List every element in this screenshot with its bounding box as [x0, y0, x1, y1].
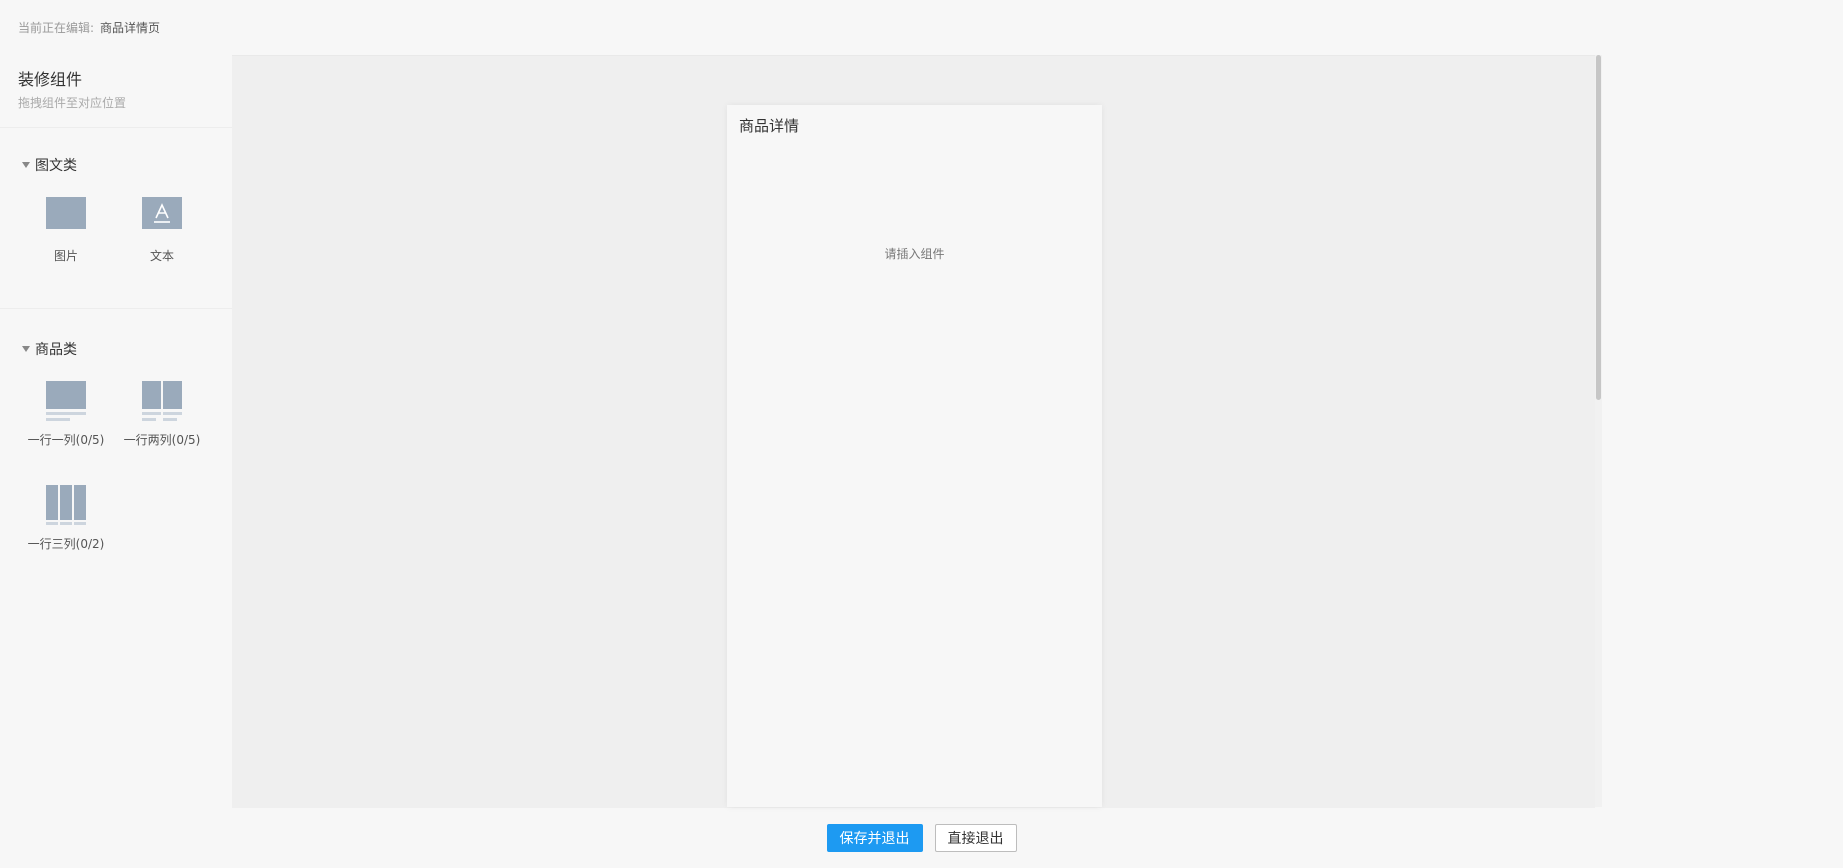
group-image-text: 图文类 图片 文本	[0, 153, 232, 287]
insert-component-placeholder: 请插入组件	[884, 247, 945, 261]
collapse-triangle-icon	[22, 346, 30, 352]
component-image[interactable]: 图片	[18, 183, 114, 287]
preview-title: 商品详情	[739, 117, 800, 135]
footer-actions: 保存并退出 直接退出	[0, 807, 1843, 868]
component-label: 一行一列(0/5)	[27, 433, 105, 447]
canvas-scrollbar[interactable]	[1595, 55, 1602, 807]
group-product: 商品类 一行一列(0/5) 一行两列(0/5) 一行三列(0/2)	[0, 337, 232, 575]
image-icon	[46, 197, 86, 237]
group-divider	[0, 308, 232, 309]
component-one-column[interactable]: 一行一列(0/5)	[18, 367, 114, 471]
component-label: 一行两列(0/5)	[123, 433, 201, 447]
component-label: 图片	[53, 249, 78, 263]
component-text[interactable]: 文本	[114, 183, 210, 287]
scrollbar-thumb[interactable]	[1596, 55, 1601, 400]
editing-label: 当前正在编辑:	[18, 21, 95, 35]
sidebar-subtitle: 拖拽组件至对应位置	[18, 96, 127, 110]
three-column-icon	[46, 485, 86, 525]
sidebar-title: 装修组件	[18, 70, 83, 89]
collapse-triangle-icon	[22, 162, 30, 168]
editing-page-name: 商品详情页	[100, 21, 161, 35]
two-column-icon	[142, 381, 182, 421]
sidebar-header: 装修组件 拖拽组件至对应位置	[0, 55, 232, 128]
editing-breadcrumb: 当前正在编辑: 商品详情页	[18, 19, 160, 36]
component-label: 一行三列(0/2)	[27, 537, 105, 551]
one-column-icon	[46, 381, 86, 421]
save-and-exit-button[interactable]: 保存并退出	[826, 823, 923, 852]
exit-button[interactable]: 直接退出	[934, 823, 1017, 852]
component-three-column[interactable]: 一行三列(0/2)	[18, 471, 114, 575]
text-icon	[142, 197, 182, 237]
group-header-product[interactable]: 商品类	[0, 337, 232, 361]
mobile-preview[interactable]: 商品详情 请插入组件	[727, 105, 1102, 807]
component-label: 文本	[149, 249, 174, 263]
group-label: 图文类	[35, 158, 77, 174]
group-header-image-text[interactable]: 图文类	[0, 153, 232, 177]
component-two-column[interactable]: 一行两列(0/5)	[114, 367, 210, 471]
group-label: 商品类	[35, 342, 77, 358]
